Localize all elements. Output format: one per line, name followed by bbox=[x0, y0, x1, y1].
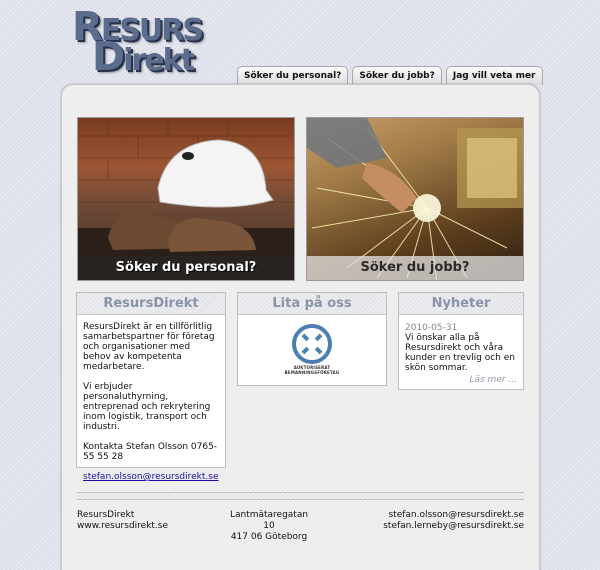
box-title: Lita på oss bbox=[238, 293, 386, 315]
hero-personal-caption: Söker du personal? bbox=[78, 256, 294, 280]
authorized-seal-icon bbox=[292, 324, 332, 364]
footer-website: www.resursdirekt.se bbox=[77, 521, 169, 531]
info-box-nyheter: Nyheter 2010-05-31 Vi önskar alla på Res… bbox=[398, 292, 524, 390]
footer-emails: stefan.olsson@resursdirekt.se stefan.ler… bbox=[383, 510, 524, 532]
intro-text: ResursDirekt är en tillförlitlig samarbe… bbox=[83, 322, 215, 372]
footer-email-2: stefan.lerneby@resursdirekt.se bbox=[383, 521, 524, 531]
news-date: 2010-05-31 bbox=[405, 323, 458, 333]
box-title: Nyheter bbox=[399, 293, 523, 315]
tab-soker-personal[interactable]: Söker du personal? bbox=[237, 66, 349, 85]
main-nav-tabs: Söker du personal? Söker du jobb? Jag vi… bbox=[237, 66, 543, 86]
hero-jobb-link[interactable]: Söker du jobb? bbox=[306, 117, 524, 281]
info-box-lita-pa-oss: Lita på oss AUKTORISERAT BEMANNINGSFÖRET… bbox=[237, 292, 387, 386]
info-box-resursdirekt: ResursDirekt ResursDirekt är en tillförl… bbox=[76, 292, 226, 482]
contact-text: Kontakta Stefan Olsson 0765-55 55 28 bbox=[83, 442, 218, 462]
footer-divider bbox=[77, 492, 524, 500]
footer-city: 417 06 Göteborg bbox=[230, 532, 308, 542]
news-text: Vi önskar alla på Resursdirekt och våra … bbox=[405, 333, 515, 373]
logo-line-2: Direkt bbox=[92, 34, 195, 80]
box-title: ResursDirekt bbox=[77, 293, 225, 315]
hero-personal-link[interactable]: Söker du personal? bbox=[77, 117, 295, 281]
footer-street: Lantmätaregatan 10 bbox=[229, 510, 309, 531]
seal-text: AUKTORISERAT BEMANNINGSFÖRETAG bbox=[284, 365, 340, 375]
footer-email-1: stefan.olsson@resursdirekt.se bbox=[388, 510, 524, 520]
footer-company-name: ResursDirekt bbox=[77, 510, 135, 520]
contact-email-link[interactable]: stefan.olsson@resursdirekt.se bbox=[83, 472, 219, 482]
footer-address: Lantmätaregatan 10 417 06 Göteborg bbox=[224, 510, 314, 543]
tab-soker-jobb[interactable]: Söker du jobb? bbox=[352, 66, 442, 85]
services-text: Vi erbjuder personaluthyrning, entrepren… bbox=[83, 382, 211, 432]
read-more-link[interactable]: Läs mer ... bbox=[405, 375, 517, 385]
tab-veta-mer[interactable]: Jag vill veta mer bbox=[445, 66, 543, 85]
hero-jobb-caption: Söker du jobb? bbox=[307, 256, 523, 280]
footer-company: ResursDirekt www.resursdirekt.se bbox=[77, 510, 168, 532]
